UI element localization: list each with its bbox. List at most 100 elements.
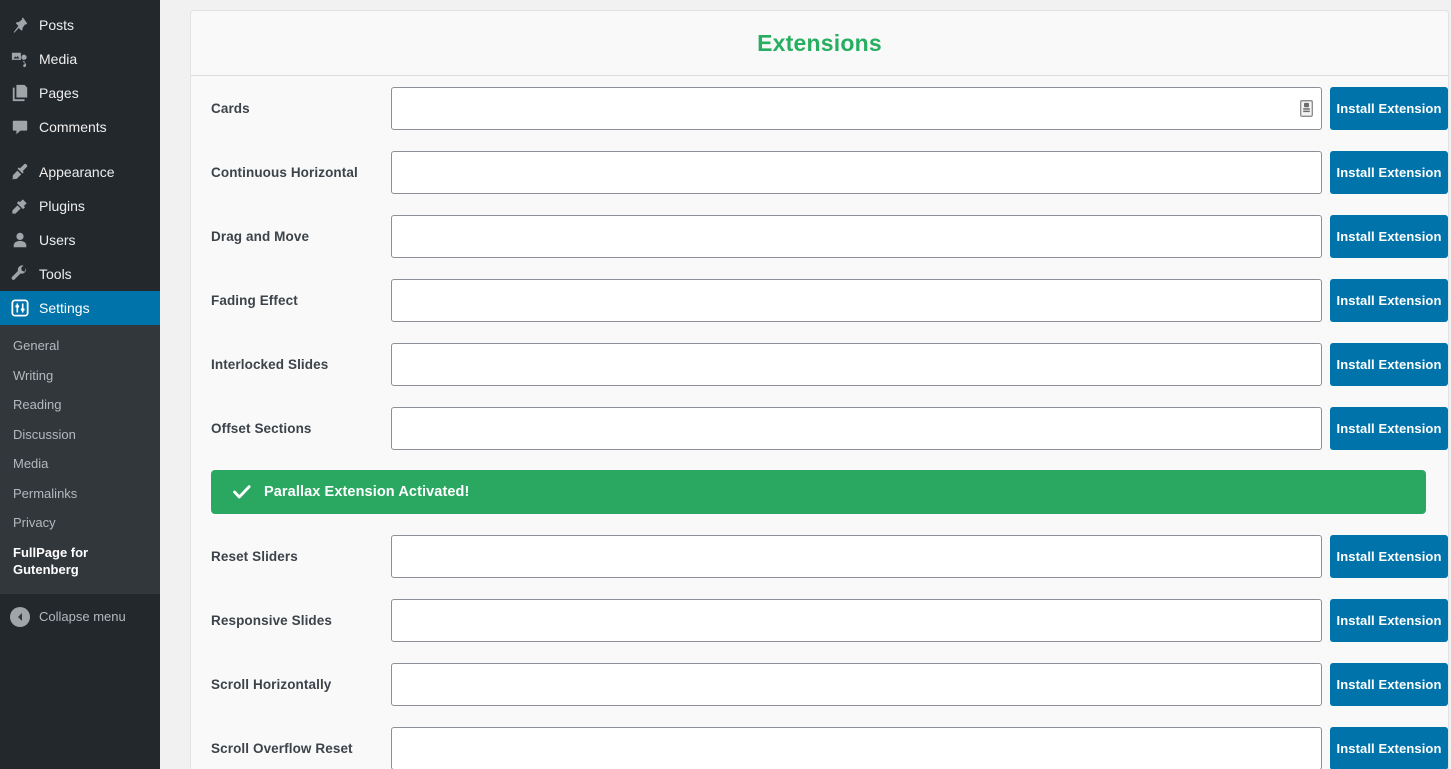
extension-field-wrap <box>391 342 1322 386</box>
submenu-item-fullpage-for-gutenberg[interactable]: FullPage for Gutenberg <box>0 538 120 585</box>
main-content: Extensions Cards Install Extension Continu… <box>160 0 1451 769</box>
extension-field-wrap <box>391 214 1322 258</box>
extension-row: Scroll Horizontally Install Extension <box>191 652 1448 716</box>
license-key-input[interactable] <box>391 278 1322 322</box>
collapse-menu-button[interactable]: Collapse menu <box>0 600 160 634</box>
comments-icon <box>10 117 30 137</box>
extension-field-wrap <box>391 150 1322 194</box>
admin-sidebar: Posts Media Pages Comments Appearance Plugins… <box>0 0 168 769</box>
extension-row: Offset Sections Install Extension <box>191 396 1448 460</box>
extension-label: Scroll Horizontally <box>211 676 332 692</box>
submenu-item-privacy[interactable]: Privacy <box>0 508 160 538</box>
sidebar-item-label: Posts <box>39 17 75 33</box>
extension-label: Scroll Overflow Reset <box>211 740 353 756</box>
extension-label: Fading Effect <box>211 292 298 308</box>
extension-field-wrap <box>391 534 1322 578</box>
extension-row: Cards Install Extension <box>191 76 1448 140</box>
extension-row: Responsive Slides Install Extension <box>191 588 1448 652</box>
sidebar-item-appearance[interactable]: Appearance <box>0 155 160 189</box>
install-extension-button[interactable]: Install Extension <box>1330 342 1448 386</box>
license-key-input[interactable] <box>391 406 1322 450</box>
extension-field-wrap <box>391 726 1322 769</box>
install-extension-button[interactable]: Install Extension <box>1330 214 1448 258</box>
extensions-panel: Extensions Cards Install Extension Continu… <box>190 10 1449 769</box>
extension-rows-top: Cards Install Extension Continuous Horizon… <box>191 76 1448 460</box>
sidebar-item-label: Tools <box>39 266 72 282</box>
pages-icon <box>10 83 30 103</box>
extension-label: Continuous Horizontal <box>211 164 358 180</box>
settings-submenu: General Writing Reading Discussion Media Perm… <box>0 325 160 594</box>
sidebar-item-label: Settings <box>39 300 90 316</box>
sidebar-item-label: Users <box>39 232 76 248</box>
install-extension-button[interactable]: Install Extension <box>1330 278 1448 322</box>
sidebar-item-pages[interactable]: Pages <box>0 76 160 110</box>
sliders-icon <box>10 298 30 318</box>
install-extension-button[interactable]: Install Extension <box>1330 150 1448 194</box>
extension-row: Fading Effect Install Extension <box>191 268 1448 332</box>
submenu-item-discussion[interactable]: Discussion <box>0 420 160 450</box>
install-extension-button[interactable]: Install Extension <box>1330 598 1448 642</box>
extension-row: Interlocked Slides Install Extension <box>191 332 1448 396</box>
user-icon <box>10 230 30 250</box>
extension-field-wrap <box>391 406 1322 450</box>
license-key-input[interactable] <box>391 86 1322 130</box>
extension-label: Interlocked Slides <box>211 356 329 372</box>
sidebar-item-users[interactable]: Users <box>0 223 160 257</box>
extension-rows-bottom: Reset Sliders Install Extension Responsive… <box>191 524 1448 769</box>
extension-row: Reset Sliders Install Extension <box>191 524 1448 588</box>
install-extension-button[interactable]: Install Extension <box>1330 534 1448 578</box>
sidebar-item-label: Pages <box>39 85 79 101</box>
sidebar-menu: Posts Media Pages Comments Appearance Plugins… <box>0 0 168 325</box>
extension-label: Cards <box>211 100 250 116</box>
sidebar-item-media[interactable]: Media <box>0 42 160 76</box>
sidebar-item-label: Media <box>39 51 78 67</box>
license-key-input[interactable] <box>391 150 1322 194</box>
extension-field-wrap <box>391 86 1322 130</box>
submenu-item-media[interactable]: Media <box>0 449 160 479</box>
sidebar-item-label: Plugins <box>39 198 85 214</box>
install-extension-button[interactable]: Install Extension <box>1330 662 1448 706</box>
admin-screen: Posts Media Pages Comments Appearance Plugins… <box>0 0 1451 769</box>
extension-field-wrap <box>391 662 1322 706</box>
sidebar-item-settings[interactable]: Settings <box>0 291 168 325</box>
page-title: Extensions <box>757 29 882 56</box>
license-key-input[interactable] <box>391 726 1322 769</box>
license-key-input[interactable] <box>391 598 1322 642</box>
license-key-input[interactable] <box>391 534 1322 578</box>
install-extension-button[interactable]: Install Extension <box>1330 726 1448 769</box>
submenu-item-writing[interactable]: Writing <box>0 361 160 391</box>
extension-label: Drag and Move <box>211 228 310 244</box>
sidebar-item-tools[interactable]: Tools <box>0 257 160 291</box>
install-extension-button[interactable]: Install Extension <box>1330 86 1448 130</box>
status-banner: Parallax Extension Activated! <box>211 470 1426 514</box>
sidebar-separator <box>0 144 160 155</box>
chevron-left-circle-icon <box>10 606 30 627</box>
panel-header: Extensions <box>191 11 1448 76</box>
extension-row: Scroll Overflow Reset Install Extension <box>191 716 1448 769</box>
extension-label: Reset Sliders <box>211 548 298 564</box>
collapse-menu-label: Collapse menu <box>39 609 126 625</box>
sidebar-item-plugins[interactable]: Plugins <box>0 189 160 223</box>
notice-row: Parallax Extension Activated! <box>191 460 1448 524</box>
checkmark-icon <box>232 482 252 502</box>
extension-label: Offset Sections <box>211 420 312 436</box>
plug-icon <box>10 196 30 216</box>
media-icon <box>10 49 30 69</box>
sidebar-item-comments[interactable]: Comments <box>0 110 160 144</box>
extension-row: Drag and Move Install Extension <box>191 204 1448 268</box>
license-key-input[interactable] <box>391 662 1322 706</box>
sidebar-item-label: Appearance <box>39 164 115 180</box>
pin-icon <box>10 15 30 35</box>
sidebar-item-label: Comments <box>39 119 107 135</box>
brush-icon <box>10 162 30 182</box>
status-banner-text: Parallax Extension Activated! <box>264 484 470 500</box>
license-key-input[interactable] <box>391 214 1322 258</box>
wrench-icon <box>10 264 30 284</box>
extension-label: Responsive Slides <box>211 612 332 628</box>
license-key-input[interactable] <box>391 342 1322 386</box>
submenu-item-permalinks[interactable]: Permalinks <box>0 479 160 509</box>
submenu-item-reading[interactable]: Reading <box>0 390 160 420</box>
submenu-item-general[interactable]: General <box>0 331 160 361</box>
install-extension-button[interactable]: Install Extension <box>1330 406 1448 450</box>
sidebar-item-posts[interactable]: Posts <box>0 8 160 42</box>
